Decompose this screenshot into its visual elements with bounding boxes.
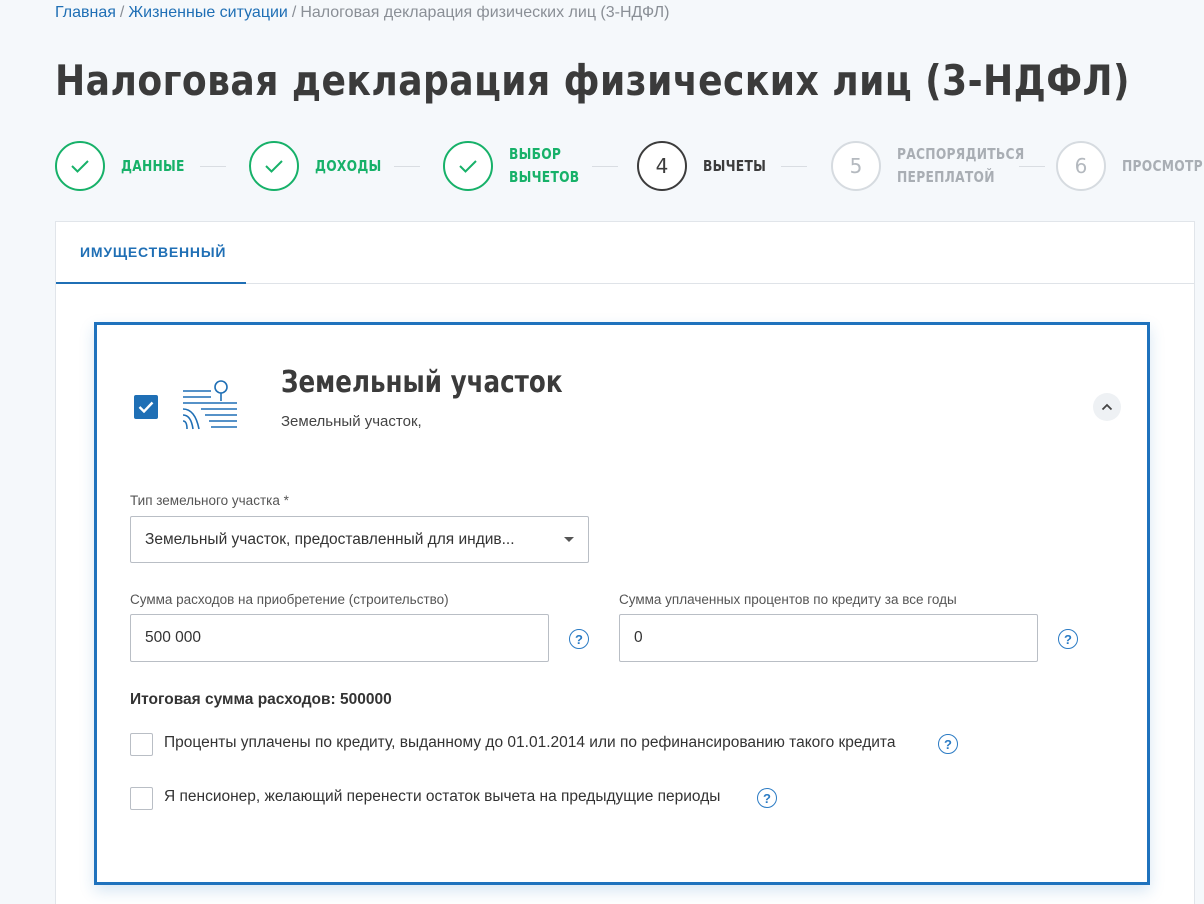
land-type-value: Земельный участок, предоставленный для и… bbox=[145, 530, 515, 548]
breadcrumb: Главная / Жизненные ситуации / Налоговая дек… bbox=[55, 4, 669, 22]
chevron-up-icon bbox=[1101, 403, 1113, 411]
step-label: Распорядиться переплатой bbox=[897, 145, 1025, 186]
help-icon[interactable]: ? bbox=[757, 788, 777, 808]
help-icon[interactable]: ? bbox=[1058, 629, 1078, 649]
breadcrumb-home-link[interactable]: Главная bbox=[55, 4, 116, 21]
breadcrumb-current: Налоговая декларация физических лиц (3-Н… bbox=[300, 4, 670, 21]
pensioner-checkbox[interactable] bbox=[130, 787, 153, 810]
purchase-expenses-input[interactable] bbox=[130, 614, 549, 662]
total-expenses: Итоговая сумма расходов: 500000 bbox=[130, 691, 392, 708]
dropdown-arrow-icon bbox=[564, 537, 574, 542]
step-label: Вычеты bbox=[703, 156, 767, 175]
step-data[interactable]: Данные bbox=[55, 141, 199, 191]
deductions-panel: ИМУЩЕСТВЕННЫЙ Земельный участок Земельны… bbox=[55, 221, 1195, 904]
land-plot-checkbox[interactable] bbox=[134, 395, 158, 419]
step-connector bbox=[200, 166, 226, 167]
step-connector bbox=[592, 166, 618, 167]
card-title: Земельный участок bbox=[281, 365, 563, 400]
step-deduction-choice[interactable]: Выбор вычетов bbox=[443, 141, 595, 191]
pensioner-label: Я пенсионер, желающий перенести остаток … bbox=[164, 788, 721, 805]
pre-2014-loan-checkbox[interactable] bbox=[130, 733, 153, 756]
step-review[interactable]: 6 Просмотр bbox=[1056, 141, 1204, 191]
step-overpayment[interactable]: 5 Распорядиться переплатой bbox=[831, 141, 1053, 191]
tab-property[interactable]: ИМУЩЕСТВЕННЫЙ bbox=[56, 222, 246, 284]
loan-interest-label: Сумма уплаченных процентов по кредиту за… bbox=[619, 592, 957, 607]
pre-2014-loan-label: Проценты уплачены по кредиту, выданному … bbox=[164, 734, 896, 751]
card-subtitle: Земельный участок, bbox=[281, 413, 422, 430]
breadcrumb-separator: / bbox=[291, 4, 297, 21]
purchase-expenses-label: Сумма расходов на приобретение (строител… bbox=[130, 592, 449, 607]
land-plot-icon bbox=[182, 380, 237, 430]
check-icon bbox=[443, 141, 493, 191]
step-number: 4 bbox=[637, 141, 687, 191]
breadcrumb-separator: / bbox=[119, 4, 125, 21]
page-title: Налоговая декларация физических лиц (3-Н… bbox=[55, 56, 1130, 105]
land-type-select[interactable]: Земельный участок, предоставленный для и… bbox=[130, 516, 589, 563]
step-label: Выбор вычетов bbox=[509, 145, 580, 186]
loan-interest-input[interactable] bbox=[619, 614, 1038, 662]
step-label: Доходы bbox=[315, 156, 382, 175]
step-income[interactable]: Доходы bbox=[249, 141, 396, 191]
land-plot-card: Земельный участок Земельный участок, Тип… bbox=[94, 322, 1150, 885]
help-icon[interactable]: ? bbox=[938, 734, 958, 754]
help-icon[interactable]: ? bbox=[569, 629, 589, 649]
stepper: Данные Доходы Выбор вычетов 4 Вычеты 5 Р… bbox=[55, 141, 1204, 191]
tab-bar: ИМУЩЕСТВЕННЫЙ bbox=[56, 222, 1194, 284]
step-connector bbox=[781, 166, 807, 167]
land-type-label: Тип земельного участка * bbox=[130, 493, 289, 508]
collapse-button[interactable] bbox=[1093, 393, 1121, 421]
step-deductions[interactable]: 4 Вычеты bbox=[637, 141, 780, 191]
step-connector bbox=[394, 166, 420, 167]
step-number: 5 bbox=[831, 141, 881, 191]
check-icon bbox=[249, 141, 299, 191]
breadcrumb-section-link[interactable]: Жизненные ситуации bbox=[128, 4, 288, 21]
check-icon bbox=[55, 141, 105, 191]
step-label: Данные bbox=[121, 156, 185, 175]
step-label: Просмотр bbox=[1122, 156, 1203, 175]
step-number: 6 bbox=[1056, 141, 1106, 191]
checkmark-icon bbox=[138, 401, 154, 413]
